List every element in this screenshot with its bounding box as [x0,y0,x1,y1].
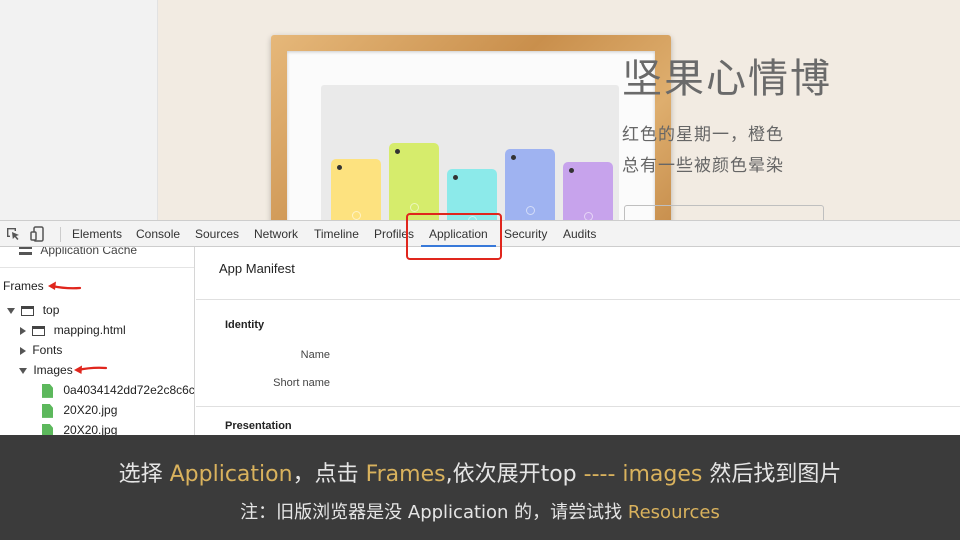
application-tab-highlight-box [406,213,502,260]
tab-audits[interactable]: Audits [563,221,596,247]
phone-image-blue [505,149,555,220]
tree-item-label: top [42,303,60,317]
tree-item-images[interactable]: Images [19,361,73,379]
tree-item-label: 20X20.jpg [63,423,118,435]
sidebar-item-application-cache[interactable]: Application Cache [19,247,137,259]
tree-item-top[interactable]: top [7,301,59,319]
caption-line-2: 注：旧版浏览器是没 Application 的，请尝试找 Resources [0,498,960,524]
tab-elements[interactable]: Elements [72,221,122,247]
website-text-line-1: 红色的星期一，橙色 [622,125,784,145]
wooden-picture-frame [271,35,671,220]
toolbar-divider [60,227,61,242]
caption-text: 然后找到图片 [702,462,842,487]
phone-image-lime [389,143,439,220]
image-file-icon [42,383,53,398]
caption-highlight-frames: Frames [365,462,446,487]
manifest-header-divider [196,299,960,300]
tab-sources[interactable]: Sources [195,221,239,247]
inspect-element-icon[interactable] [5,226,21,242]
tab-security[interactable]: Security [504,221,547,247]
sidebar-section-label: Frames [3,279,44,293]
caption-highlight-resources: Resources [627,502,720,523]
sidebar-item-label: Application Cache [40,247,138,257]
tree-item-label: Images [33,363,73,377]
sidebar-section-frames[interactable]: Frames [3,277,44,295]
frames-pointer-arrow-icon [48,281,82,290]
tab-console[interactable]: Console [136,221,180,247]
tree-item-label: Fonts [32,343,63,357]
phones-showcase [321,85,619,220]
caption-highlight-images: ---- images [583,462,703,487]
picture-frame-mat [287,51,655,220]
tree-item-label: 0a4034142dd72e2c8c6c [63,383,195,397]
caption-text: 选择 [118,462,170,487]
name-field-label: Name [300,349,330,361]
tree-item-fonts[interactable]: Fonts [20,341,62,359]
tree-item-image-file[interactable]: 20X20.jpg [42,401,117,419]
collapsed-triangle-icon[interactable] [20,326,26,335]
tab-timeline[interactable]: Timeline [314,221,359,247]
website-preview: 坚果心情博 红色的星期一，橙色 总有一些被颜色晕染 [0,0,960,220]
frame-window-icon [21,305,35,316]
app-manifest-title: App Manifest [219,261,295,276]
images-pointer-arrow-icon [74,365,108,374]
expanded-triangle-icon[interactable] [7,307,15,314]
tree-item-label: 20X20.jpg [63,403,118,417]
identity-section-divider [196,406,960,407]
instruction-caption-bar: 选择 Application，点击 Frames,依次展开top ---- im… [0,435,960,540]
tree-item-image-file[interactable]: 0a4034142dd72e2c8c6c [42,381,195,399]
tree-item-image-file[interactable]: 20X20.jpg [42,421,117,435]
collapsed-triangle-icon[interactable] [20,346,26,355]
caption-highlight-application: Application [169,462,293,487]
caption-text: ,依次展开top [445,462,584,487]
caption-text: ，点击 [292,462,366,487]
website-title: 坚果心情博 [622,56,832,102]
application-cache-icon [19,247,32,256]
phone-image-purple [563,162,613,220]
image-file-icon [42,423,53,435]
caption-line-1: 选择 Application，点击 Frames,依次展开top ---- im… [0,456,960,488]
phone-image-yellow [331,159,381,220]
website-main-area [158,0,960,220]
website-button-outline[interactable] [624,205,824,220]
caption-text: 注：旧版浏览器是没 Application 的，请尝试找 [240,502,628,523]
website-left-panel [0,0,158,220]
device-toolbar-icon[interactable] [30,226,46,242]
tree-item-label: mapping.html [53,323,126,337]
tab-network[interactable]: Network [254,221,298,247]
image-file-icon [42,403,53,418]
presentation-section-title: Presentation [225,420,292,432]
sidebar-divider [0,267,194,268]
expanded-triangle-icon[interactable] [19,367,27,374]
frame-window-icon [32,325,46,336]
application-sidebar: Application Cache Frames top mapping.htm… [0,247,195,435]
identity-section-title: Identity [225,319,265,331]
application-main-panel: App Manifest Identity Name Short name Pr… [196,247,960,435]
tree-item-mapping-html[interactable]: mapping.html [20,321,126,339]
website-text-line-2: 总有一些被颜色晕染 [622,156,784,176]
short-name-field-label: Short name [273,377,330,389]
